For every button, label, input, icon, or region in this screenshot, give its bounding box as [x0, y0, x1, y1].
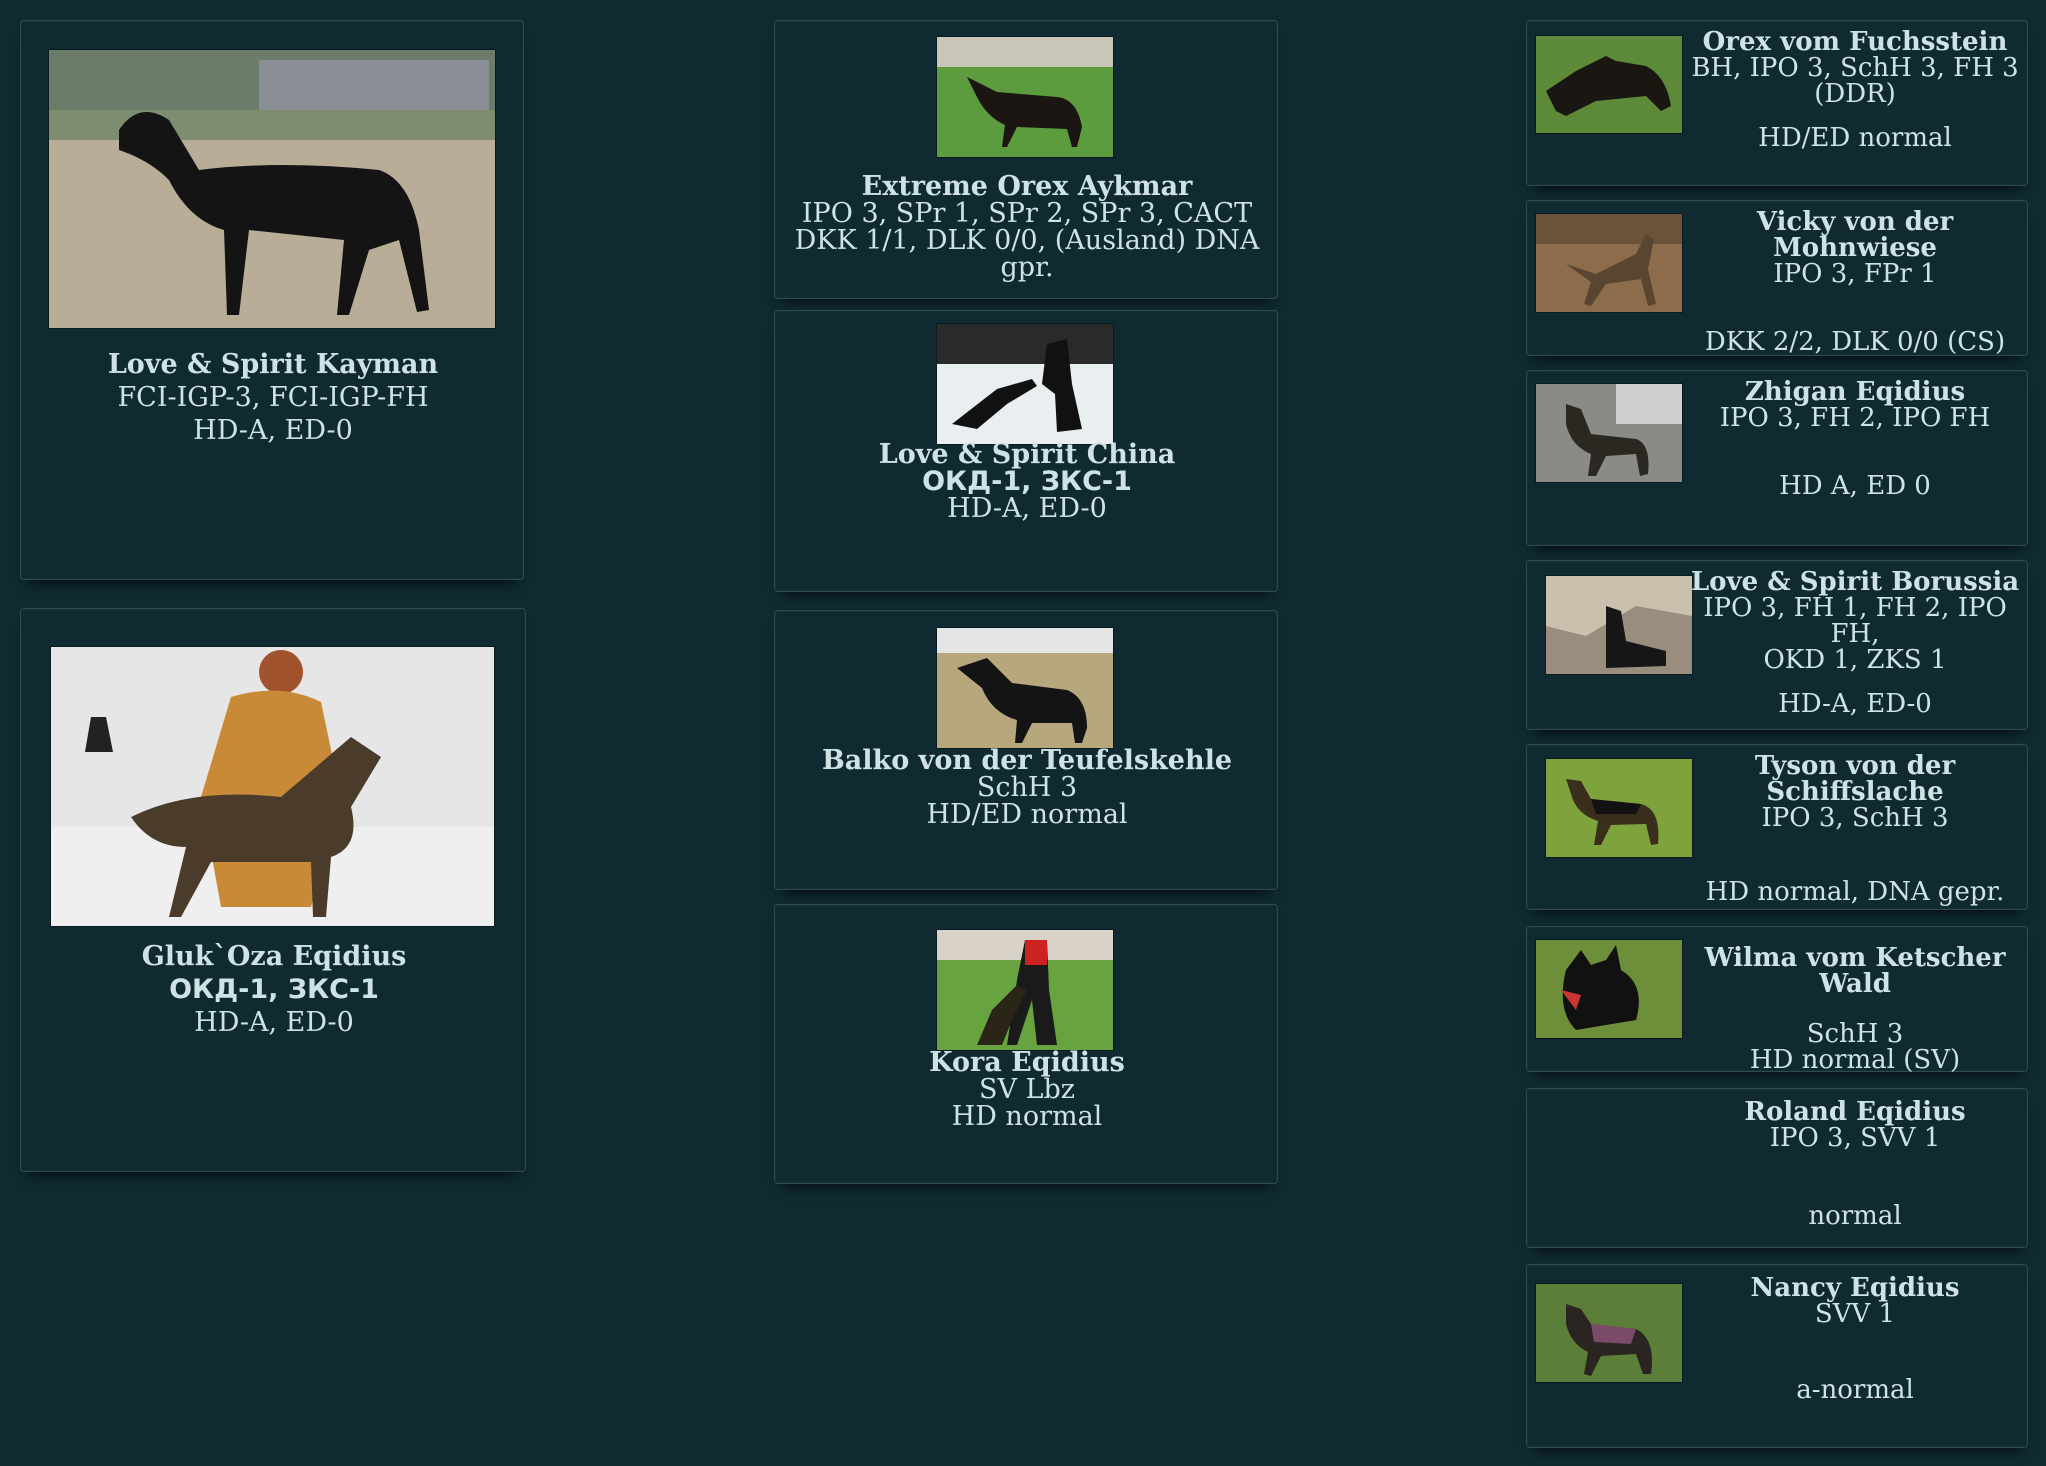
dog-photo-icon [1536, 940, 1682, 1038]
dog-name[interactable]: Love & Spirit Borussia [1687, 569, 2023, 595]
dog-photo[interactable] [1546, 759, 1692, 857]
dog-health: normal [1808, 1201, 1902, 1231]
pedigree-card-g3-4[interactable]: Love & Spirit Borussia IPO 3, FH 1, FH 2… [1526, 560, 2028, 730]
pedigree-card-dam-dam[interactable]: Kora Eqidius SV Lbz HD normal [774, 904, 1278, 1184]
dog-health: HD-A, ED-0 [194, 1007, 354, 1038]
dog-health: HD normal (SV) [1749, 1045, 1961, 1075]
pedigree-card-g3-3[interactable]: Zhigan Eqidius IPO 3, FH 2, IPO FH HD A,… [1526, 370, 2028, 546]
dog-name[interactable]: Love & Spirit China [775, 441, 1279, 468]
dog-photo-icon [51, 647, 494, 926]
dog-health: a-normal [1796, 1375, 1914, 1405]
dog-photo-icon [1536, 214, 1682, 312]
dog-photo-icon [1536, 1284, 1682, 1382]
dog-photo-icon [937, 37, 1113, 157]
dog-health: HD/ED normal [926, 799, 1128, 830]
dog-titles: IPO 3, SVV 1 [1769, 1123, 1941, 1153]
dog-name[interactable]: Gluk`Oza Eqidius [21, 943, 527, 970]
dog-name[interactable]: Vicky von der Mohnwiese [1687, 209, 2023, 261]
pedigree-card-sire-sire[interactable]: Extreme Orex Aykmar IPO 3, SPr 1, SPr 2,… [774, 20, 1278, 299]
dog-photo[interactable] [1536, 36, 1682, 133]
dog-photo[interactable] [1536, 214, 1682, 312]
dog-photo[interactable] [937, 37, 1113, 157]
dog-health: DKK 1/1, DLK 0/0, (Ausland) DNA gpr. [794, 225, 1260, 283]
dog-titles: SchH 3 [976, 772, 1078, 803]
dog-health: HD-A, ED-0 [193, 415, 353, 446]
dog-titles-2: OKD 1, ZKS 1 [1763, 645, 1947, 675]
dog-photo[interactable] [937, 930, 1113, 1050]
dog-photo-icon [937, 628, 1113, 748]
dog-titles: SchH 3 [1806, 1019, 1904, 1049]
pedigree-card-g3-1[interactable]: Orex vom Fuchsstein BH, IPO 3, SchH 3, F… [1526, 20, 2028, 186]
dog-name[interactable]: Zhigan Eqidius [1687, 379, 2023, 405]
dog-health: HD/ED normal [1758, 123, 1952, 153]
dog-photo[interactable] [937, 324, 1113, 444]
dog-name[interactable]: Kora Eqidius [775, 1049, 1279, 1076]
dog-titles: SV Lbz [978, 1074, 1076, 1105]
dog-photo[interactable] [1536, 940, 1682, 1038]
dog-health: HD A, ED 0 [1779, 471, 1931, 501]
dog-titles: ОКД-1, ЗКС-1 [922, 466, 1132, 497]
pedigree-card-g3-5[interactable]: Tyson von der Schiffslache IPO 3, SchH 3… [1526, 744, 2028, 910]
dog-health: HD-A, ED-0 [1778, 689, 1932, 719]
dog-photo-icon [1536, 36, 1682, 133]
dog-name[interactable]: Nancy Eqidius [1687, 1275, 2023, 1301]
pedigree-card-dam-sire[interactable]: Balko von der Teufelskehle SchH 3 HD/ED … [774, 610, 1278, 890]
dog-titles: SVV 1 [1814, 1299, 1896, 1329]
dog-name[interactable]: Love & Spirit Kayman [21, 351, 525, 378]
dog-photo[interactable] [1536, 1284, 1682, 1382]
dog-name[interactable]: Roland Eqidius [1687, 1099, 2023, 1125]
dog-titles: IPO 3, FPr 1 [1773, 259, 1937, 289]
dog-titles: ОКД-1, ЗКС-1 [169, 974, 379, 1005]
pedigree-card-dam[interactable]: Gluk`Oza Eqidius ОКД-1, ЗКС-1 HD-A, ED-0 [20, 608, 526, 1172]
dog-name[interactable]: Wilma vom Ketscher Wald [1687, 945, 2023, 997]
dog-titles: IPO 3, SchH 3 [1761, 803, 1949, 833]
dog-photo-icon [937, 930, 1113, 1050]
dog-name[interactable]: Extreme Orex Aykmar [775, 173, 1279, 200]
dog-photo[interactable] [1536, 384, 1682, 482]
pedigree-card-g3-7[interactable]: Roland Eqidius IPO 3, SVV 1 normal [1526, 1088, 2028, 1248]
dog-photo-icon [1536, 384, 1682, 482]
dog-photo-icon [49, 50, 495, 328]
dog-photo-dam[interactable] [51, 647, 494, 926]
dog-titles: FCI-IGP-3, FCI-IGP-FH [117, 382, 429, 413]
dog-name[interactable]: Orex vom Fuchsstein [1687, 29, 2023, 55]
dog-photo[interactable] [1546, 576, 1692, 674]
dog-photo-icon [1546, 759, 1692, 857]
pedigree-card-g3-8[interactable]: Nancy Eqidius SVV 1 a-normal [1526, 1264, 2028, 1448]
dog-photo-sire[interactable] [49, 50, 495, 328]
dog-photo-icon [937, 324, 1113, 444]
dog-titles: IPO 3, FH 1, FH 2, IPO FH, [1703, 593, 2007, 649]
dog-health: HD normal, DNA gepr. [1705, 877, 2005, 907]
pedigree-card-sire-dam[interactable]: Love & Spirit China ОКД-1, ЗКС-1 HD-A, E… [774, 310, 1278, 592]
dog-titles: IPO 3, FH 2, IPO FH [1719, 403, 1991, 433]
dog-titles-2: (DDR) [1814, 79, 1896, 109]
dog-titles: BH, IPO 3, SchH 3, FH 3 [1691, 53, 2019, 83]
dog-titles: IPO 3, SPr 1, SPr 2, SPr 3, CACT [801, 198, 1253, 229]
dog-health: DKK 2/2, DLK 0/0 (CS) [1704, 327, 2006, 357]
dog-health: HD normal [951, 1101, 1103, 1132]
pedigree-card-g3-6[interactable]: Wilma vom Ketscher Wald SchH 3 HD normal… [1526, 926, 2028, 1075]
pedigree-card-g3-2[interactable]: Vicky von der Mohnwiese IPO 3, FPr 1 DKK… [1526, 200, 2028, 356]
dog-photo-icon [1546, 576, 1692, 674]
dog-name[interactable]: Tyson von der Schiffslache [1687, 753, 2023, 805]
dog-health: HD-A, ED-0 [947, 493, 1107, 524]
dog-photo[interactable] [937, 628, 1113, 748]
pedigree-card-sire[interactable]: Love & Spirit Kayman FCI-IGP-3, FCI-IGP-… [20, 20, 524, 580]
dog-name[interactable]: Balko von der Teufelskehle [775, 747, 1279, 774]
